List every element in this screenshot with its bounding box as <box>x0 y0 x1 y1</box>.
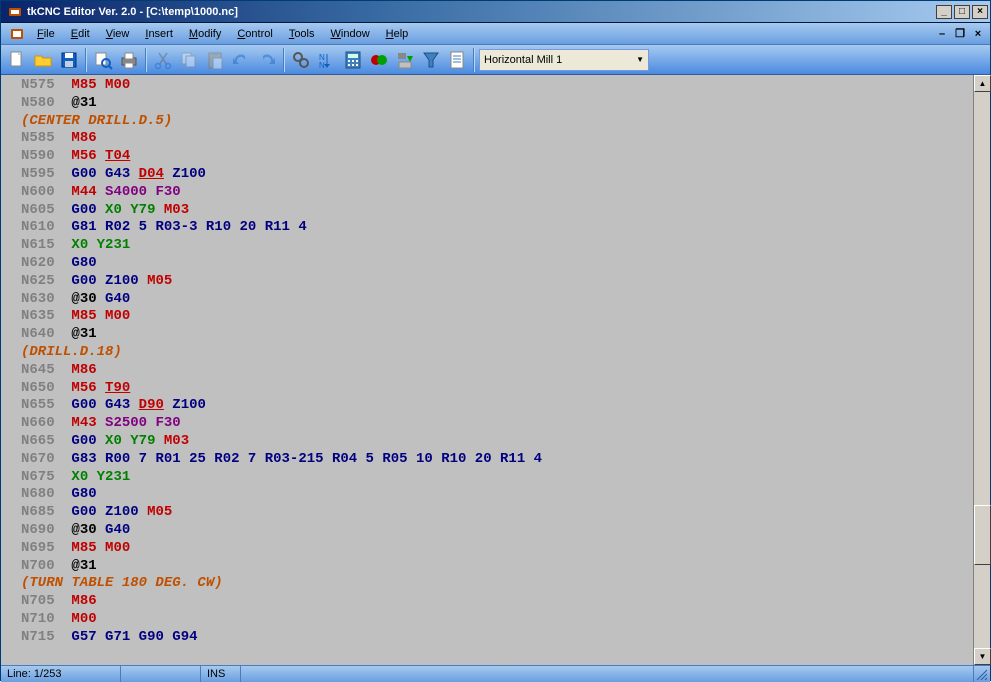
doc-icon <box>9 26 25 42</box>
scroll-down-button[interactable]: ▼ <box>974 648 991 665</box>
redo-button[interactable] <box>255 48 279 72</box>
menu-help[interactable]: Help <box>378 26 417 42</box>
machine-combo[interactable]: Horizontal Mill 1 ▼ <box>479 49 649 71</box>
app-icon <box>7 4 23 20</box>
calculator-button[interactable] <box>341 48 365 72</box>
menu-tools[interactable]: Tools <box>281 26 323 42</box>
open-button[interactable] <box>31 48 55 72</box>
menu-control[interactable]: Control <box>229 26 280 42</box>
mdi-minimize-button[interactable]: – <box>934 27 950 41</box>
svg-text:N: N <box>319 61 325 70</box>
undo-button[interactable] <box>229 48 253 72</box>
menubar: File Edit View Insert Modify Control Too… <box>1 23 990 45</box>
simulate-button[interactable] <box>367 48 391 72</box>
renumber-button[interactable]: NN <box>315 48 339 72</box>
filter-button[interactable] <box>419 48 443 72</box>
status-ins: INS <box>201 666 241 682</box>
code-content[interactable]: N575 M85 M00 N580 @31 (CENTER DRILL.D.5)… <box>1 75 973 665</box>
cut-button[interactable] <box>151 48 175 72</box>
save-button[interactable] <box>57 48 81 72</box>
scroll-up-button[interactable]: ▲ <box>974 75 991 92</box>
print-preview-button[interactable] <box>91 48 115 72</box>
scroll-thumb[interactable] <box>974 505 991 565</box>
menu-file[interactable]: File <box>29 26 63 42</box>
menu-edit[interactable]: Edit <box>63 26 98 42</box>
maximize-button[interactable]: □ <box>954 5 970 19</box>
editor-area[interactable]: N575 M85 M00 N580 @31 (CENTER DRILL.D.5)… <box>1 75 990 665</box>
mdi-close-button[interactable]: × <box>970 27 986 41</box>
mdi-restore-button[interactable]: ❐ <box>952 27 968 41</box>
status-line: Line: 1/253 <box>1 666 121 682</box>
menu-view[interactable]: View <box>98 26 138 42</box>
window-title: tkCNC Editor Ver. 2.0 - [C:\temp\1000.nc… <box>27 6 934 18</box>
status-empty1 <box>121 666 201 682</box>
report-button[interactable] <box>445 48 469 72</box>
titlebar: tkCNC Editor Ver. 2.0 - [C:\temp\1000.nc… <box>1 1 990 23</box>
paste-button[interactable] <box>203 48 227 72</box>
menu-modify[interactable]: Modify <box>181 26 229 42</box>
send-button[interactable] <box>393 48 417 72</box>
print-button[interactable] <box>117 48 141 72</box>
menu-window[interactable]: Window <box>323 26 378 42</box>
machine-combo-value: Horizontal Mill 1 <box>484 54 562 66</box>
resize-grip-icon[interactable] <box>974 666 990 682</box>
new-button[interactable] <box>5 48 29 72</box>
menu-insert[interactable]: Insert <box>137 26 181 42</box>
status-empty2 <box>241 666 974 682</box>
chevron-down-icon: ▼ <box>636 55 644 64</box>
copy-button[interactable] <box>177 48 201 72</box>
close-button[interactable]: × <box>972 5 988 19</box>
statusbar: Line: 1/253 INS <box>1 665 990 682</box>
toolbar: NN Horizontal Mill 1 ▼ <box>1 45 990 75</box>
find-button[interactable] <box>289 48 313 72</box>
minimize-button[interactable]: _ <box>936 5 952 19</box>
vertical-scrollbar[interactable]: ▲ ▼ <box>973 75 990 665</box>
